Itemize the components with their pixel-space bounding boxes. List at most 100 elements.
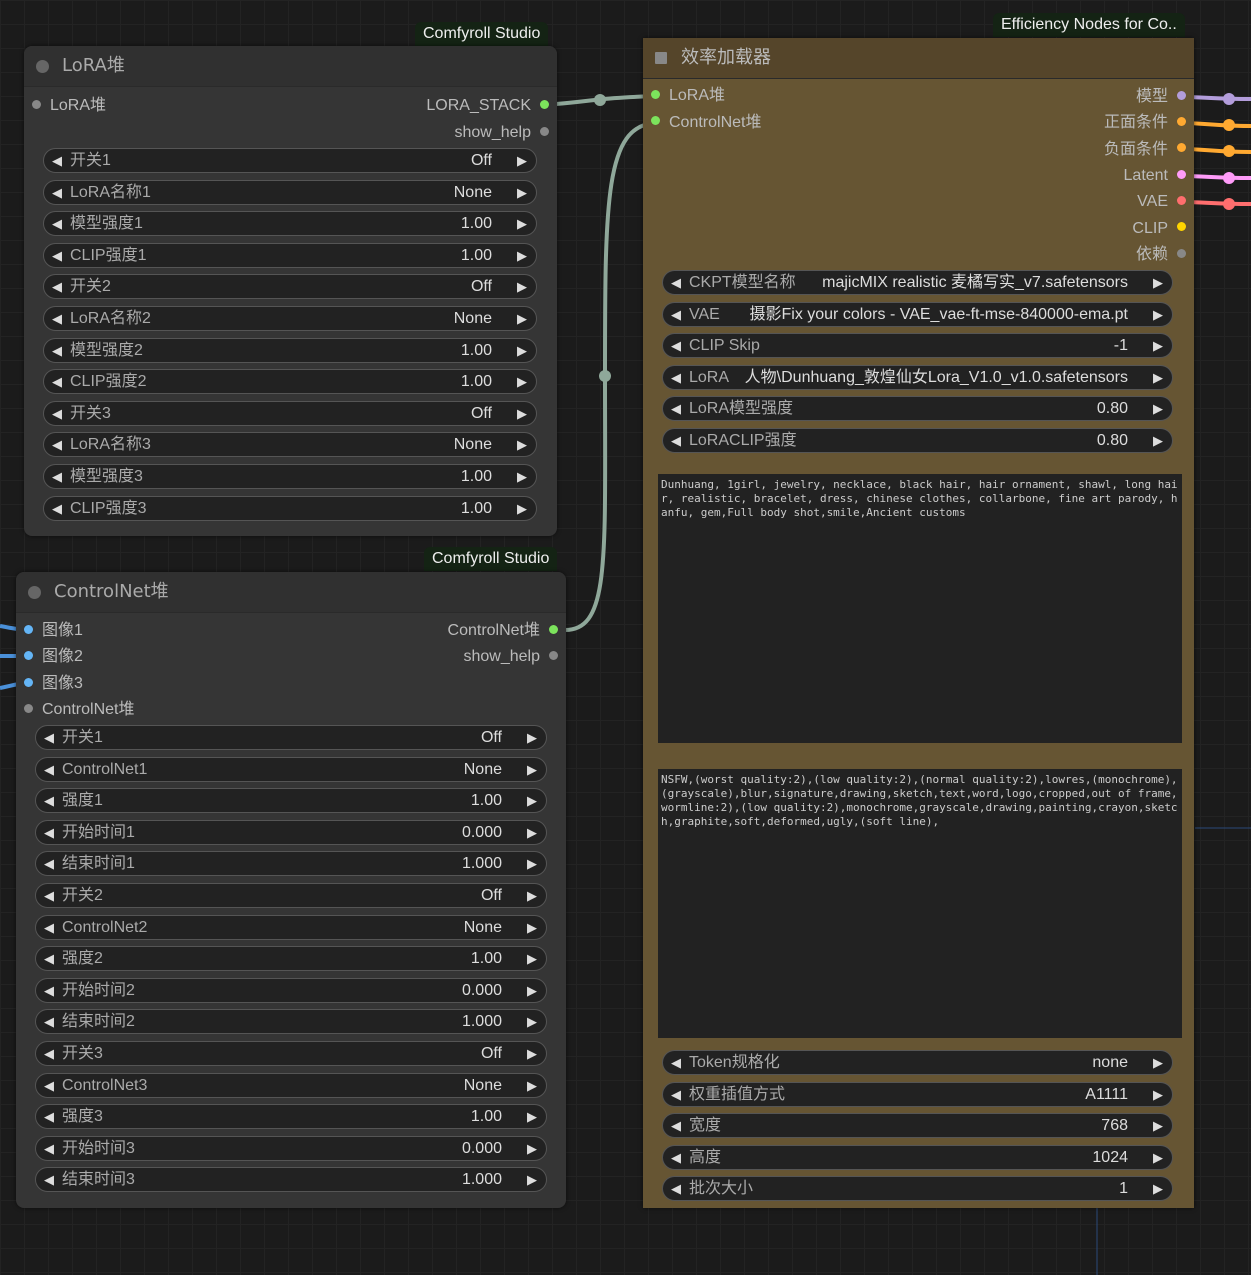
arrow-right-icon[interactable]: ▶: [527, 947, 537, 970]
controlnet-input-slot[interactable]: 图像1: [24, 621, 83, 641]
arrow-right-icon[interactable]: ▶: [517, 402, 527, 425]
arrow-right-icon[interactable]: ▶: [517, 465, 527, 488]
arrow-left-icon[interactable]: ◀: [44, 884, 54, 907]
controlnet-input-slot[interactable]: ControlNet堆: [24, 700, 134, 720]
arrow-right-icon[interactable]: ▶: [1153, 366, 1163, 389]
arrow-right-icon[interactable]: ▶: [517, 181, 527, 204]
controlnet-stack-node[interactable]: ControlNet堆 图像1 图像2 图像3 ControlNet堆 Control…: [16, 572, 566, 1208]
lora-widget[interactable]: ◀ 模型强度3 1.00 ▶: [43, 464, 537, 489]
controlnet-widget[interactable]: ◀ 开始时间3 0.000 ▶: [35, 1135, 547, 1161]
arrow-right-icon[interactable]: ▶: [1153, 1177, 1163, 1200]
controlnet-input-slot[interactable]: 图像3: [24, 674, 83, 694]
arrow-right-icon[interactable]: ▶: [1153, 429, 1163, 452]
arrow-right-icon[interactable]: ▶: [1153, 334, 1163, 357]
efficiency-widget[interactable]: ◀ VAE 摄影Fix your colors - VAE_vae-ft-mse-8…: [662, 301, 1173, 327]
lora-widget[interactable]: ◀ LoRA名称1 None ▶: [43, 179, 537, 205]
efficiency-output-slot[interactable]: CLIP: [1132, 219, 1186, 239]
lora-widget[interactable]: ◀ 开关2 Off ▶: [43, 274, 537, 300]
arrow-left-icon[interactable]: ◀: [44, 821, 54, 844]
arrow-right-icon[interactable]: ▶: [527, 1042, 537, 1065]
efficiency-widget[interactable]: ◀ CLIP Skip -1 ▶: [662, 333, 1173, 359]
lora-widget[interactable]: ◀ CLIP强度1 1.00 ▶: [43, 242, 537, 268]
arrow-left-icon[interactable]: ◀: [52, 339, 62, 362]
efficiency-output-slot[interactable]: 负面条件: [1104, 140, 1186, 160]
arrow-left-icon[interactable]: ◀: [52, 433, 62, 456]
arrow-left-icon[interactable]: ◀: [52, 465, 62, 488]
lora-widget[interactable]: ◀ CLIP强度2 1.00 ▶: [43, 369, 537, 395]
efficiency-output-slot[interactable]: 正面条件: [1104, 113, 1186, 133]
efficiency-output-slot[interactable]: 依赖: [1136, 245, 1186, 265]
arrow-right-icon[interactable]: ▶: [527, 852, 537, 875]
arrow-left-icon[interactable]: ◀: [671, 303, 681, 326]
arrow-right-icon[interactable]: ▶: [1153, 303, 1163, 326]
controlnet-widget[interactable]: ◀ 开关2 Off ▶: [35, 883, 547, 908]
collapse-dot-icon[interactable]: [36, 60, 49, 73]
controlnet-widget[interactable]: ◀ 强度1 1.00 ▶: [35, 788, 547, 814]
arrow-left-icon[interactable]: ◀: [44, 852, 54, 875]
controlnet-widget[interactable]: ◀ 强度3 1.00 ▶: [35, 1104, 547, 1130]
efficiency-widget[interactable]: ◀ LoRA 人物\Dunhuang_敦煌仙女Lora_V1.0_v1.0.safe…: [662, 364, 1173, 390]
arrow-left-icon[interactable]: ◀: [671, 1114, 681, 1137]
collapse-square-icon[interactable]: [655, 52, 667, 64]
arrow-left-icon[interactable]: ◀: [44, 1074, 54, 1097]
efficiency-widget[interactable]: ◀ CKPT模型名称 majicMIX realistic 麦橘写实_v7.safe…: [662, 270, 1173, 295]
controlnet-widget[interactable]: ◀ 开关3 Off ▶: [35, 1041, 547, 1066]
controlnet-widget[interactable]: ◀ 开关1 Off ▶: [35, 725, 547, 750]
lora-stack-node[interactable]: LoRA堆 LoRA堆 LORA_STACK show_help ◀ 开关1 Off…: [24, 46, 557, 536]
controlnet-widget[interactable]: ◀ 开始时间1 0.000 ▶: [35, 819, 547, 845]
arrow-left-icon[interactable]: ◀: [52, 402, 62, 425]
arrow-left-icon[interactable]: ◀: [52, 275, 62, 298]
arrow-left-icon[interactable]: ◀: [44, 758, 54, 781]
lora-widget[interactable]: ◀ 开关1 Off ▶: [43, 148, 537, 173]
arrow-right-icon[interactable]: ▶: [517, 307, 527, 330]
lora-widget[interactable]: ◀ LoRA名称2 None ▶: [43, 306, 537, 331]
lora-node-title-bar[interactable]: LoRA堆: [24, 46, 557, 87]
arrow-right-icon[interactable]: ▶: [527, 979, 537, 1002]
lora-input-slot[interactable]: LoRA堆: [32, 96, 106, 116]
arrow-left-icon[interactable]: ◀: [44, 947, 54, 970]
efficiency-widget[interactable]: ◀ LoRA模型强度 0.80 ▶: [662, 396, 1173, 422]
arrow-right-icon[interactable]: ▶: [527, 884, 537, 907]
lora-widget[interactable]: ◀ 开关3 Off ▶: [43, 400, 537, 426]
efficiency-widget[interactable]: ◀ 权重插值方式 A1111 ▶: [662, 1081, 1173, 1107]
arrow-left-icon[interactable]: ◀: [44, 726, 54, 749]
arrow-left-icon[interactable]: ◀: [44, 1105, 54, 1128]
efficiency-output-slot[interactable]: VAE: [1137, 192, 1186, 212]
controlnet-output-show-help[interactable]: show_help: [464, 647, 558, 667]
negative-prompt-textarea[interactable]: NSFW,(worst quality:2),(low quality:2),(…: [658, 769, 1182, 1038]
controlnet-input-slot[interactable]: 图像2: [24, 647, 83, 667]
lora-output-lora-stack[interactable]: LORA_STACK: [426, 96, 549, 116]
arrow-left-icon[interactable]: ◀: [52, 370, 62, 393]
arrow-left-icon[interactable]: ◀: [52, 307, 62, 330]
arrow-right-icon[interactable]: ▶: [527, 789, 537, 812]
arrow-left-icon[interactable]: ◀: [671, 1146, 681, 1169]
arrow-right-icon[interactable]: ▶: [527, 1105, 537, 1128]
arrow-right-icon[interactable]: ▶: [1153, 1051, 1163, 1074]
arrow-right-icon[interactable]: ▶: [517, 149, 527, 172]
efficiency-node-title-bar[interactable]: 效率加载器: [643, 38, 1194, 79]
arrow-left-icon[interactable]: ◀: [44, 1042, 54, 1065]
arrow-right-icon[interactable]: ▶: [1153, 271, 1163, 294]
arrow-left-icon[interactable]: ◀: [44, 1010, 54, 1033]
arrow-left-icon[interactable]: ◀: [671, 1177, 681, 1200]
arrow-right-icon[interactable]: ▶: [527, 1010, 537, 1033]
arrow-left-icon[interactable]: ◀: [52, 497, 62, 520]
arrow-right-icon[interactable]: ▶: [517, 212, 527, 235]
controlnet-widget[interactable]: ◀ 结束时间1 1.000 ▶: [35, 851, 547, 877]
controlnet-widget[interactable]: ◀ ControlNet2 None ▶: [35, 914, 547, 940]
arrow-right-icon[interactable]: ▶: [527, 726, 537, 749]
arrow-right-icon[interactable]: ▶: [517, 244, 527, 267]
collapse-dot-icon[interactable]: [28, 586, 41, 599]
arrow-left-icon[interactable]: ◀: [671, 1051, 681, 1074]
efficiency-loader-node[interactable]: 效率加载器 LoRA堆 ControlNet堆 模型 正面条件 负面条件 Latent V…: [643, 38, 1194, 1208]
controlnet-node-title-bar[interactable]: ControlNet堆: [16, 572, 566, 613]
efficiency-output-slot[interactable]: Latent: [1124, 166, 1186, 186]
lora-widget[interactable]: ◀ LoRA名称3 None ▶: [43, 432, 537, 458]
efficiency-input-slot[interactable]: LoRA堆: [651, 86, 725, 106]
arrow-right-icon[interactable]: ▶: [1153, 1083, 1163, 1106]
efficiency-widget[interactable]: ◀ 宽度 768 ▶: [662, 1113, 1173, 1139]
arrow-right-icon[interactable]: ▶: [1153, 397, 1163, 420]
arrow-right-icon[interactable]: ▶: [517, 275, 527, 298]
arrow-right-icon[interactable]: ▶: [527, 916, 537, 939]
arrow-right-icon[interactable]: ▶: [527, 1137, 537, 1160]
